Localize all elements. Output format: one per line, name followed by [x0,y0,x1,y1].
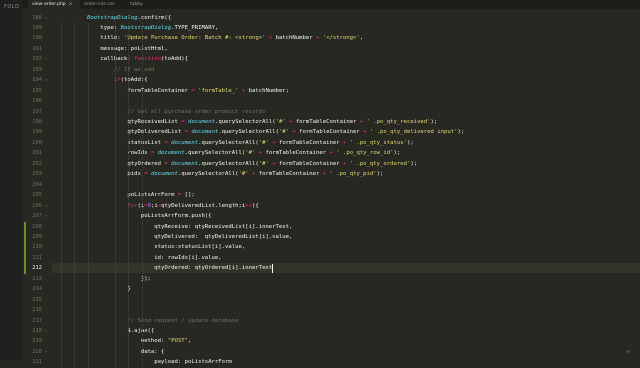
tab-order-rule[interactable]: order-rule.css [80,0,126,9]
code-line[interactable]: qtyDeliveredList = document.querySelecto… [60,127,464,137]
line-number: 195 [32,87,42,94]
code-line[interactable]: poListsArrForm.push({ [60,211,212,221]
line-number: 204 [32,181,42,188]
tab-view-order[interactable]: view-order.php × [28,0,80,9]
code-line[interactable]: // Send request / update database [60,316,238,326]
line-number: 206 [32,202,42,209]
indent-guide [141,22,143,368]
line-number: 188 [32,14,42,21]
code-line[interactable]: data: { [60,347,165,357]
tab-tabby[interactable]: tabby [126,0,156,9]
line-number: 216 [32,307,42,314]
fold-arrow-icon[interactable]: ▾ [45,211,47,221]
line-number: 196 [32,98,42,105]
line-number: 202 [32,160,42,167]
code-line[interactable]: poListsArrForm = []; [60,190,194,200]
line-number: 200 [32,139,42,146]
fold-arrow-icon[interactable]: ▾ [45,326,47,336]
tab-label: view-order.php [32,2,66,7]
tab-label: order-rule.css [84,2,115,7]
line-number: 201 [32,150,42,157]
indent-guide [128,22,130,368]
line-number: 205 [32,192,42,199]
line-number: 203 [32,171,42,178]
fold-arrow-icon[interactable]: ▾ [45,54,47,64]
code-line[interactable]: if(toAdd){ [60,75,148,85]
code-line[interactable]: statusList = document.querySelectorAll('… [60,138,413,148]
code-line[interactable]: callback: function(toAdd){ [60,54,188,64]
code-line[interactable]: qtyDelivered: qtyDeliveredList[i].value, [60,232,292,242]
code-line[interactable]: message: poListHtml, [60,44,167,54]
code-line[interactable]: qtyOrdered: qtyOrdered[i].innerText [60,263,272,273]
code-line[interactable]: qtyOrdered = document.querySelectorAll('… [60,159,417,169]
line-number: 190 [32,35,42,42]
code-line[interactable]: type: BootstrapDialog.TYPE_PRIMARY, [60,23,218,33]
indent-guide [114,22,116,368]
code-line[interactable]: qtyReceivedList = document.querySelector… [60,117,437,127]
line-number: 191 [32,45,42,52]
line-number: 220 [32,348,42,355]
line-number: 213 [32,275,42,282]
code-line[interactable]: for(i=0;i<qtyDeliveredList.length;i++){ [60,201,258,211]
code-line[interactable]: BootstrapDialog.confirm({ [60,13,171,23]
fold-arrow-icon[interactable]: ▾ [45,201,47,211]
line-number: 218 [32,328,42,334]
line-number: 207 [32,213,42,220]
text-cursor [272,264,274,274]
fold-arrow-icon[interactable]: ▾ [45,75,47,85]
indent-guide [74,22,76,368]
line-number: 198 [32,119,42,125]
line-number: 194 [32,77,42,84]
line-number: 197 [32,108,42,115]
indent-guide [87,22,89,368]
code-line[interactable]: method: "POST", [60,336,192,346]
code-line[interactable]: // Get all purchase order product record… [60,107,265,117]
code-line[interactable]: title: 'Update Purchase Order: Batch #: … [60,33,363,43]
line-number: 215 [32,296,42,303]
tab-label: tabby [130,2,143,7]
folder-sidebar[interactable]: FOLD [0,0,23,360]
code-line[interactable]: } [60,284,130,294]
code-line[interactable]: rowIds = document.querySelectorAll('#' +… [60,148,400,158]
code-line[interactable]: qtyReceive: qtyReceivedList[i].innerText… [60,222,292,232]
line-number: 221 [32,359,42,366]
line-number: 193 [32,66,42,73]
fold-arrow-icon[interactable]: ▾ [45,347,47,357]
line-number: 217 [32,317,42,324]
line-number: 192 [32,56,42,63]
tab-bar: view-order.php × order-rule.css tabby [22,0,640,9]
code-line[interactable]: id: rowIds[i].value, [60,253,221,263]
line-number: 214 [32,286,42,293]
sidebar-label: FOLD [4,4,20,10]
close-icon[interactable]: × [69,2,73,7]
code-line[interactable]: payload: poListsArrForm [60,357,231,367]
line-number: 199 [32,129,42,136]
git-change-marker [24,221,26,274]
chevron-down-icon[interactable]: ⌄ [626,346,634,354]
line-number: 219 [32,338,42,345]
code-line[interactable]: formTableContainer = 'formTable_' + batc… [60,86,289,96]
indent-guide [61,22,62,368]
code-line[interactable]: pids = document.querySelectorAll('#' + f… [60,169,383,179]
fold-arrow-icon[interactable]: ▾ [45,13,47,23]
line-number: 189 [32,24,42,31]
